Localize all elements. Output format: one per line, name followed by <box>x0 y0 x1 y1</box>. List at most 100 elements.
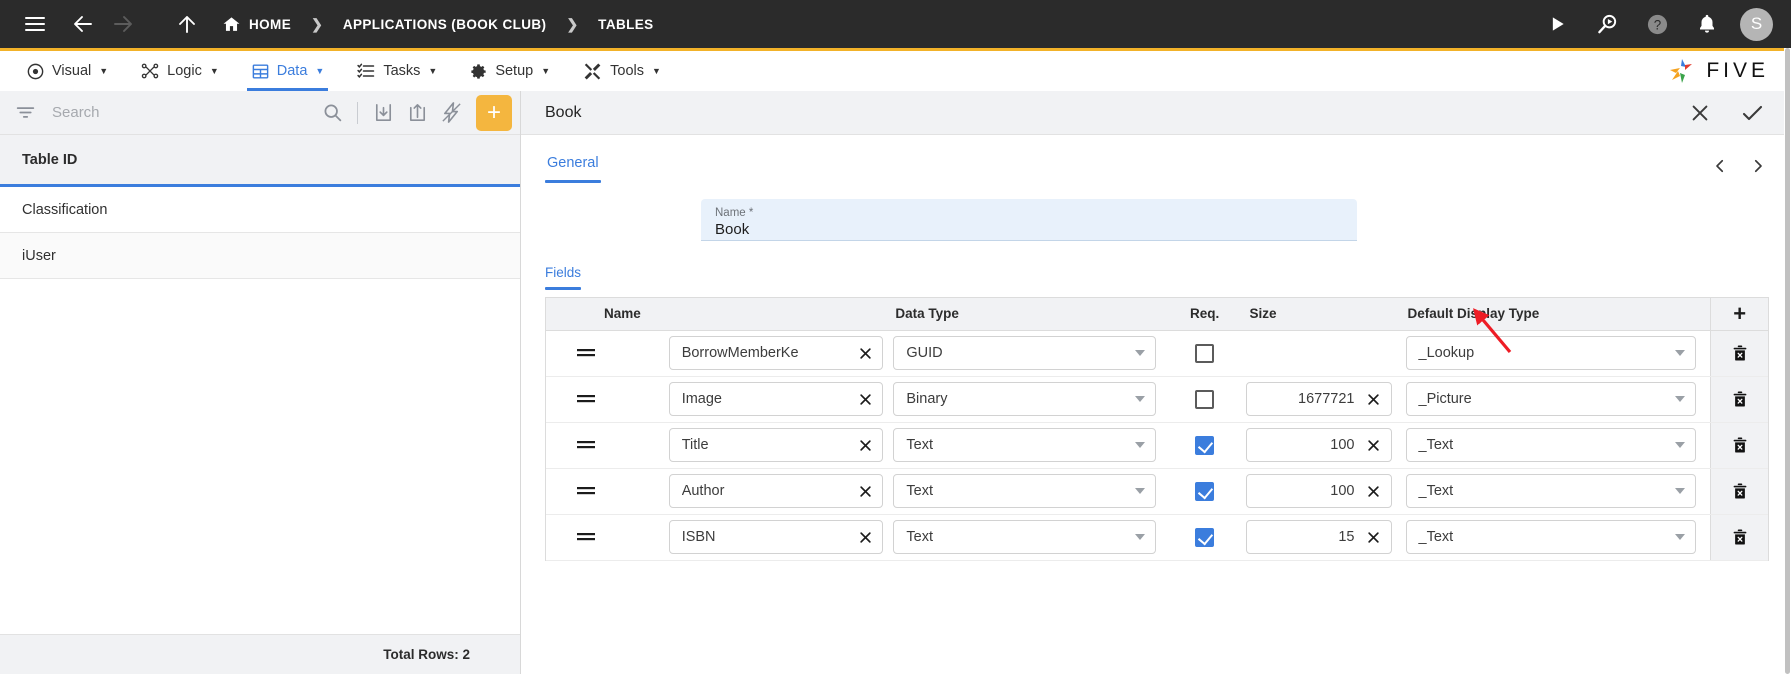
drag-handle-icon[interactable] <box>546 529 613 545</box>
add-table-button[interactable]: + <box>476 94 512 131</box>
field-data-type-select[interactable]: Text <box>893 474 1156 508</box>
trash-icon[interactable] <box>1727 478 1753 504</box>
chevron-right-icon[interactable] <box>1747 155 1769 177</box>
tables-column-header[interactable]: Table ID <box>0 135 520 187</box>
name-field-value[interactable]: Book <box>715 220 1343 239</box>
table-row[interactable]: iUser <box>0 233 520 279</box>
eye-icon <box>26 62 45 81</box>
drag-handle-icon[interactable] <box>546 483 613 499</box>
arrow-left-icon[interactable] <box>66 7 100 41</box>
flash-icon[interactable] <box>436 98 466 128</box>
menu-item-logic-label: Logic <box>167 63 202 79</box>
menu-item-tasks[interactable]: Tasks ▼ <box>340 51 453 91</box>
hamburger-icon[interactable] <box>18 7 52 41</box>
drag-handle-icon[interactable] <box>546 437 613 453</box>
field-display-type-select[interactable]: _Text <box>1405 428 1697 462</box>
field-required-cell <box>1167 514 1242 561</box>
column-header-table-id: Table ID <box>22 151 78 168</box>
field-name-input[interactable]: Author <box>668 474 884 508</box>
menu-item-logic[interactable]: Logic ▼ <box>124 51 235 91</box>
table-row-label: iUser <box>22 247 56 264</box>
table-row[interactable]: Classification <box>0 187 520 233</box>
trash-icon[interactable] <box>1727 524 1753 550</box>
field-required-checkbox[interactable] <box>1195 389 1215 409</box>
tab-general[interactable]: General <box>545 135 601 191</box>
breadcrumb-tables-label: TABLES <box>598 16 654 32</box>
filter-icon[interactable] <box>10 98 40 128</box>
run-icon[interactable] <box>1540 7 1574 41</box>
search-play-icon[interactable] <box>1590 7 1624 41</box>
field-display-type-select[interactable]: _Lookup <box>1405 336 1697 370</box>
field-name-input[interactable]: Image <box>668 382 884 416</box>
field-data-type-select[interactable]: Binary <box>893 382 1156 416</box>
top-bar-actions: ? S <box>1540 7 1773 41</box>
clear-x-icon[interactable] <box>1363 388 1385 410</box>
clear-x-icon[interactable] <box>854 480 876 502</box>
tables-list-panel: + Table ID Classification iUser Total Ro… <box>0 91 521 674</box>
field-required-checkbox[interactable] <box>1195 527 1215 547</box>
field-name-input[interactable]: BorrowMemberKe <box>668 336 884 370</box>
field-display-type-select[interactable]: _Text <box>1405 474 1697 508</box>
menu-item-data[interactable]: Data ▼ <box>235 51 341 91</box>
field-display-type-cell: _Lookup <box>1403 330 1711 377</box>
breadcrumb-tables[interactable]: TABLES <box>592 17 659 32</box>
five-star-icon <box>1670 59 1693 83</box>
drag-handle-icon[interactable] <box>546 345 613 361</box>
export-icon[interactable] <box>402 98 432 128</box>
clear-x-icon[interactable] <box>854 342 876 364</box>
field-data-type-select[interactable]: Text <box>893 428 1156 462</box>
trash-icon[interactable] <box>1727 340 1753 366</box>
arrow-up-icon[interactable] <box>170 7 204 41</box>
clear-x-icon[interactable] <box>854 434 876 456</box>
field-name-input[interactable]: Title <box>668 428 884 462</box>
field-display-type-select[interactable]: _Text <box>1405 520 1697 554</box>
field-size-value: 1677721 <box>1298 391 1355 407</box>
menu-item-tools[interactable]: Tools ▼ <box>566 51 677 91</box>
search-input[interactable] <box>44 104 313 121</box>
field-name-value: ISBN <box>681 529 716 545</box>
checklist-icon <box>356 61 376 81</box>
clear-x-icon[interactable] <box>1363 526 1385 548</box>
chevron-left-icon[interactable] <box>1709 155 1731 177</box>
clear-x-icon[interactable] <box>854 388 876 410</box>
menu-item-visual[interactable]: Visual ▼ <box>10 51 124 91</box>
clear-x-icon[interactable] <box>1363 480 1385 502</box>
field-display-type-select[interactable]: _Picture <box>1405 382 1697 416</box>
field-required-checkbox[interactable] <box>1195 481 1215 501</box>
field-required-cell <box>1167 468 1242 515</box>
breadcrumb-home[interactable]: HOME <box>216 15 297 34</box>
close-icon[interactable] <box>1683 96 1717 130</box>
help-icon[interactable]: ? <box>1640 7 1674 41</box>
field-data-type-cell: Binary <box>891 376 1168 423</box>
field-name-input[interactable]: ISBN <box>668 520 884 554</box>
breadcrumb-applications[interactable]: APPLICATIONS (BOOK CLUB) <box>337 17 553 32</box>
field-size-input[interactable]: 100 <box>1245 474 1392 508</box>
field-data-type-select[interactable]: Text <box>893 520 1156 554</box>
field-size-input[interactable]: 1677721 <box>1245 382 1392 416</box>
clear-x-icon[interactable] <box>854 526 876 548</box>
avatar[interactable]: S <box>1740 7 1773 41</box>
bell-icon[interactable] <box>1690 7 1724 41</box>
field-size-input[interactable]: 100 <box>1245 428 1392 462</box>
scrollbar-thumb[interactable] <box>1785 48 1790 674</box>
menu-item-setup[interactable]: Setup ▼ <box>453 51 566 91</box>
check-icon[interactable] <box>1735 96 1769 130</box>
field-required-checkbox[interactable] <box>1195 343 1215 363</box>
tables-row-container: Classification iUser <box>0 187 520 634</box>
drag-handle-icon[interactable] <box>546 391 613 407</box>
tab-fields[interactable]: Fields <box>545 247 582 297</box>
add-field-row-header: + <box>1710 298 1768 331</box>
trash-icon[interactable] <box>1727 432 1753 458</box>
menu-item-data-label: Data <box>276 63 308 79</box>
field-data-type-select[interactable]: GUID <box>893 336 1156 370</box>
top-navigation-bar: HOME ❯ APPLICATIONS (BOOK CLUB) ❯ TABLES… <box>0 0 1791 48</box>
vertical-scrollbar[interactable] <box>1784 48 1791 674</box>
import-icon[interactable] <box>368 98 398 128</box>
field-size-input[interactable]: 15 <box>1245 520 1392 554</box>
trash-icon[interactable] <box>1727 386 1753 412</box>
add-field-row-button[interactable]: + <box>1727 301 1753 327</box>
search-icon[interactable] <box>317 98 347 128</box>
clear-x-icon[interactable] <box>1363 434 1385 456</box>
name-field[interactable]: Name * Book <box>701 199 1357 241</box>
field-required-checkbox[interactable] <box>1195 435 1215 455</box>
